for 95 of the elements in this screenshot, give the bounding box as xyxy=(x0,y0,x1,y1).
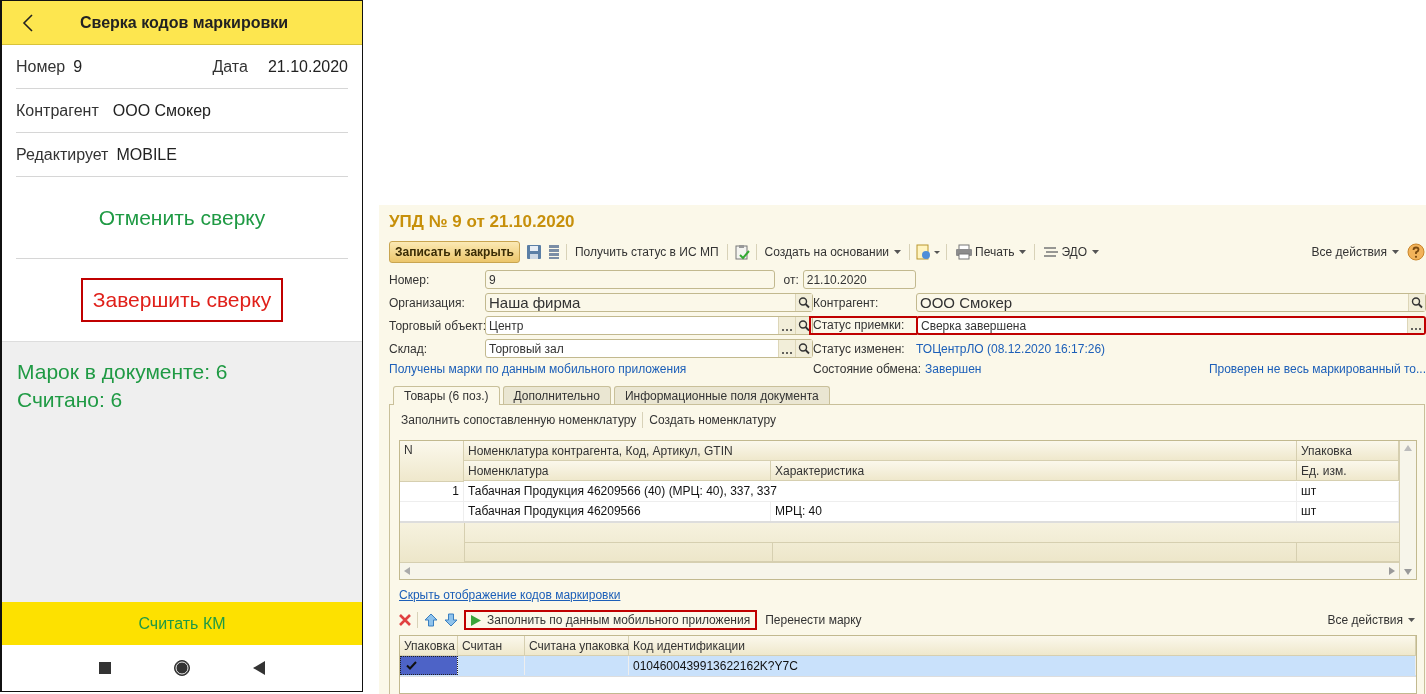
cancel-reconciliation-button[interactable]: Отменить сверку xyxy=(92,204,272,231)
horizontal-scrollbar[interactable] xyxy=(400,562,1399,579)
hide-codes-link[interactable]: Скрыть отображение кодов маркировки xyxy=(399,588,1417,602)
field-value: 21.10.2020 xyxy=(267,57,348,76)
document-icon[interactable] xyxy=(916,244,941,260)
more-icon[interactable] xyxy=(1407,318,1424,333)
move-up-icon[interactable] xyxy=(424,613,438,627)
scroll-right-icon[interactable] xyxy=(1389,567,1395,575)
print-button[interactable]: Печать xyxy=(953,244,1029,260)
home-icon[interactable] xyxy=(173,659,191,677)
field-value: MOBILE xyxy=(116,145,177,164)
marks-received-link[interactable]: Получены марки по данным мобильного приложения xyxy=(389,362,813,376)
column-header[interactable]: Упаковка xyxy=(400,636,458,656)
clipboard-check-icon[interactable] xyxy=(733,244,750,260)
edo-button[interactable]: ЭДО xyxy=(1041,245,1102,259)
create-based-on-button[interactable]: Создать на основании xyxy=(762,245,904,259)
caret-icon xyxy=(1019,250,1027,254)
caret-icon xyxy=(894,250,902,254)
back-icon[interactable] xyxy=(22,12,34,33)
list-icon[interactable] xyxy=(547,244,560,260)
summary-text: Марок в документе: 6 xyxy=(17,359,229,385)
printer-icon xyxy=(955,244,974,260)
field-label: Склад: xyxy=(389,341,429,356)
counterparty-field[interactable]: ООО Смокер xyxy=(916,293,1426,312)
table-cell: МРЦ: 40 xyxy=(771,502,1297,521)
field-label: Статус приемки: xyxy=(809,316,917,335)
vertical-scrollbar[interactable] xyxy=(1399,441,1416,579)
summary-text: Считано: 6 xyxy=(17,387,124,413)
search-icon[interactable] xyxy=(795,340,812,357)
all-actions-button[interactable]: Все действия xyxy=(1309,245,1401,259)
scroll-down-icon[interactable] xyxy=(1404,569,1412,575)
all-actions-button[interactable]: Все действия xyxy=(1325,613,1417,627)
column-header[interactable]: Считан xyxy=(458,636,525,656)
column-header[interactable]: Номенклатура xyxy=(464,461,771,481)
save-and-close-button[interactable]: Записать и закрыть xyxy=(389,241,520,263)
status-field[interactable]: Сверка завершена xyxy=(916,316,1426,335)
save-icon[interactable] xyxy=(525,244,542,260)
column-header[interactable]: Характеристика xyxy=(771,461,1297,481)
tab[interactable]: Информационные поля документа xyxy=(613,386,830,404)
exchange-state-link[interactable]: Завершен xyxy=(925,362,982,376)
help-icon[interactable] xyxy=(1407,243,1425,261)
field-label: Торговый объект: xyxy=(389,318,485,333)
field-label: Номер xyxy=(16,57,66,76)
column-header[interactable]: Ед. изм. xyxy=(1297,461,1399,481)
search-icon[interactable] xyxy=(1408,294,1425,311)
column-header[interactable]: Код идентификации xyxy=(629,636,1416,656)
field-label: Номер: xyxy=(389,272,431,287)
more-icon[interactable] xyxy=(778,317,795,334)
organization-field[interactable]: Наша фирма xyxy=(485,293,813,312)
number-field[interactable]: 9 xyxy=(485,270,776,289)
fill-from-mobile-button[interactable]: Заполнить по данным мобильного приложения xyxy=(464,610,758,630)
caret-icon xyxy=(1408,618,1415,622)
status-changed-link[interactable]: ТОЦентрЛО (08.12.2020 16:17:26) xyxy=(916,341,1426,356)
field-label: Контрагент: xyxy=(813,295,880,310)
exchange-icon xyxy=(1043,245,1060,259)
caret-icon xyxy=(1092,250,1100,254)
date-field[interactable]: 21.10.2020 xyxy=(802,270,916,289)
finish-reconciliation-button[interactable]: Завершить сверку xyxy=(80,278,284,322)
more-icon[interactable] xyxy=(778,340,795,357)
scroll-left-icon[interactable] xyxy=(404,567,410,575)
field-label: Дата xyxy=(212,57,248,76)
toolbar-button[interactable]: Создать номенклатуру xyxy=(647,413,778,427)
play-icon xyxy=(471,614,481,626)
field-value: ООО Смокер xyxy=(112,101,211,120)
field-label: Редактирует xyxy=(16,145,109,164)
table-row[interactable]: 0104600439913622162K?Y7C xyxy=(400,656,1416,677)
field-label: Контрагент xyxy=(16,101,99,120)
caret-icon xyxy=(1392,250,1399,254)
field-label: от: xyxy=(783,272,799,287)
trade-object-field[interactable]: Центр xyxy=(485,316,813,335)
back-icon[interactable] xyxy=(253,661,265,675)
table-cell: 0104600439913622162K?Y7C xyxy=(629,656,1416,675)
table-cell: 1 xyxy=(400,482,464,501)
move-down-icon[interactable] xyxy=(444,613,458,627)
screen-title: Сверка кодов маркировки xyxy=(80,13,289,32)
delete-icon[interactable] xyxy=(399,614,411,626)
table-cell: Табачная Продукция 46209566 xyxy=(464,502,771,521)
field-label: Статус изменен: xyxy=(813,341,906,356)
document-title: УПД № 9 от 21.10.2020 xyxy=(389,212,576,233)
search-icon[interactable] xyxy=(795,294,812,311)
tab[interactable]: Дополнительно xyxy=(502,386,611,404)
table-cell: Табачная Продукция 46209566 (40) (МРЦ: 40), 337, 337 xyxy=(464,482,1297,501)
column-header[interactable]: Номенклатура контрагента, Код, Артикул, GTIN xyxy=(464,441,1297,461)
get-status-button[interactable]: Получить статус в ИС МП xyxy=(572,245,721,259)
field-label: Состояние обмена: xyxy=(813,362,922,376)
column-header[interactable]: Упаковка xyxy=(1297,441,1399,461)
field-label: Организация: xyxy=(389,295,466,310)
column-header[interactable]: N xyxy=(400,441,464,482)
tab[interactable]: Товары (6 поз.) xyxy=(393,386,500,405)
field-value: 9 xyxy=(73,57,83,76)
move-mark-button[interactable]: Перенести марку xyxy=(763,613,864,627)
toolbar-button[interactable]: Заполнить сопоставленную номенклатуру xyxy=(399,413,639,427)
warehouse-field[interactable]: Торговый зал xyxy=(485,339,813,358)
check-warning-link[interactable]: Проверен не весь маркированный то... xyxy=(1208,362,1426,376)
column-header[interactable]: Считана упаковка xyxy=(525,636,629,656)
